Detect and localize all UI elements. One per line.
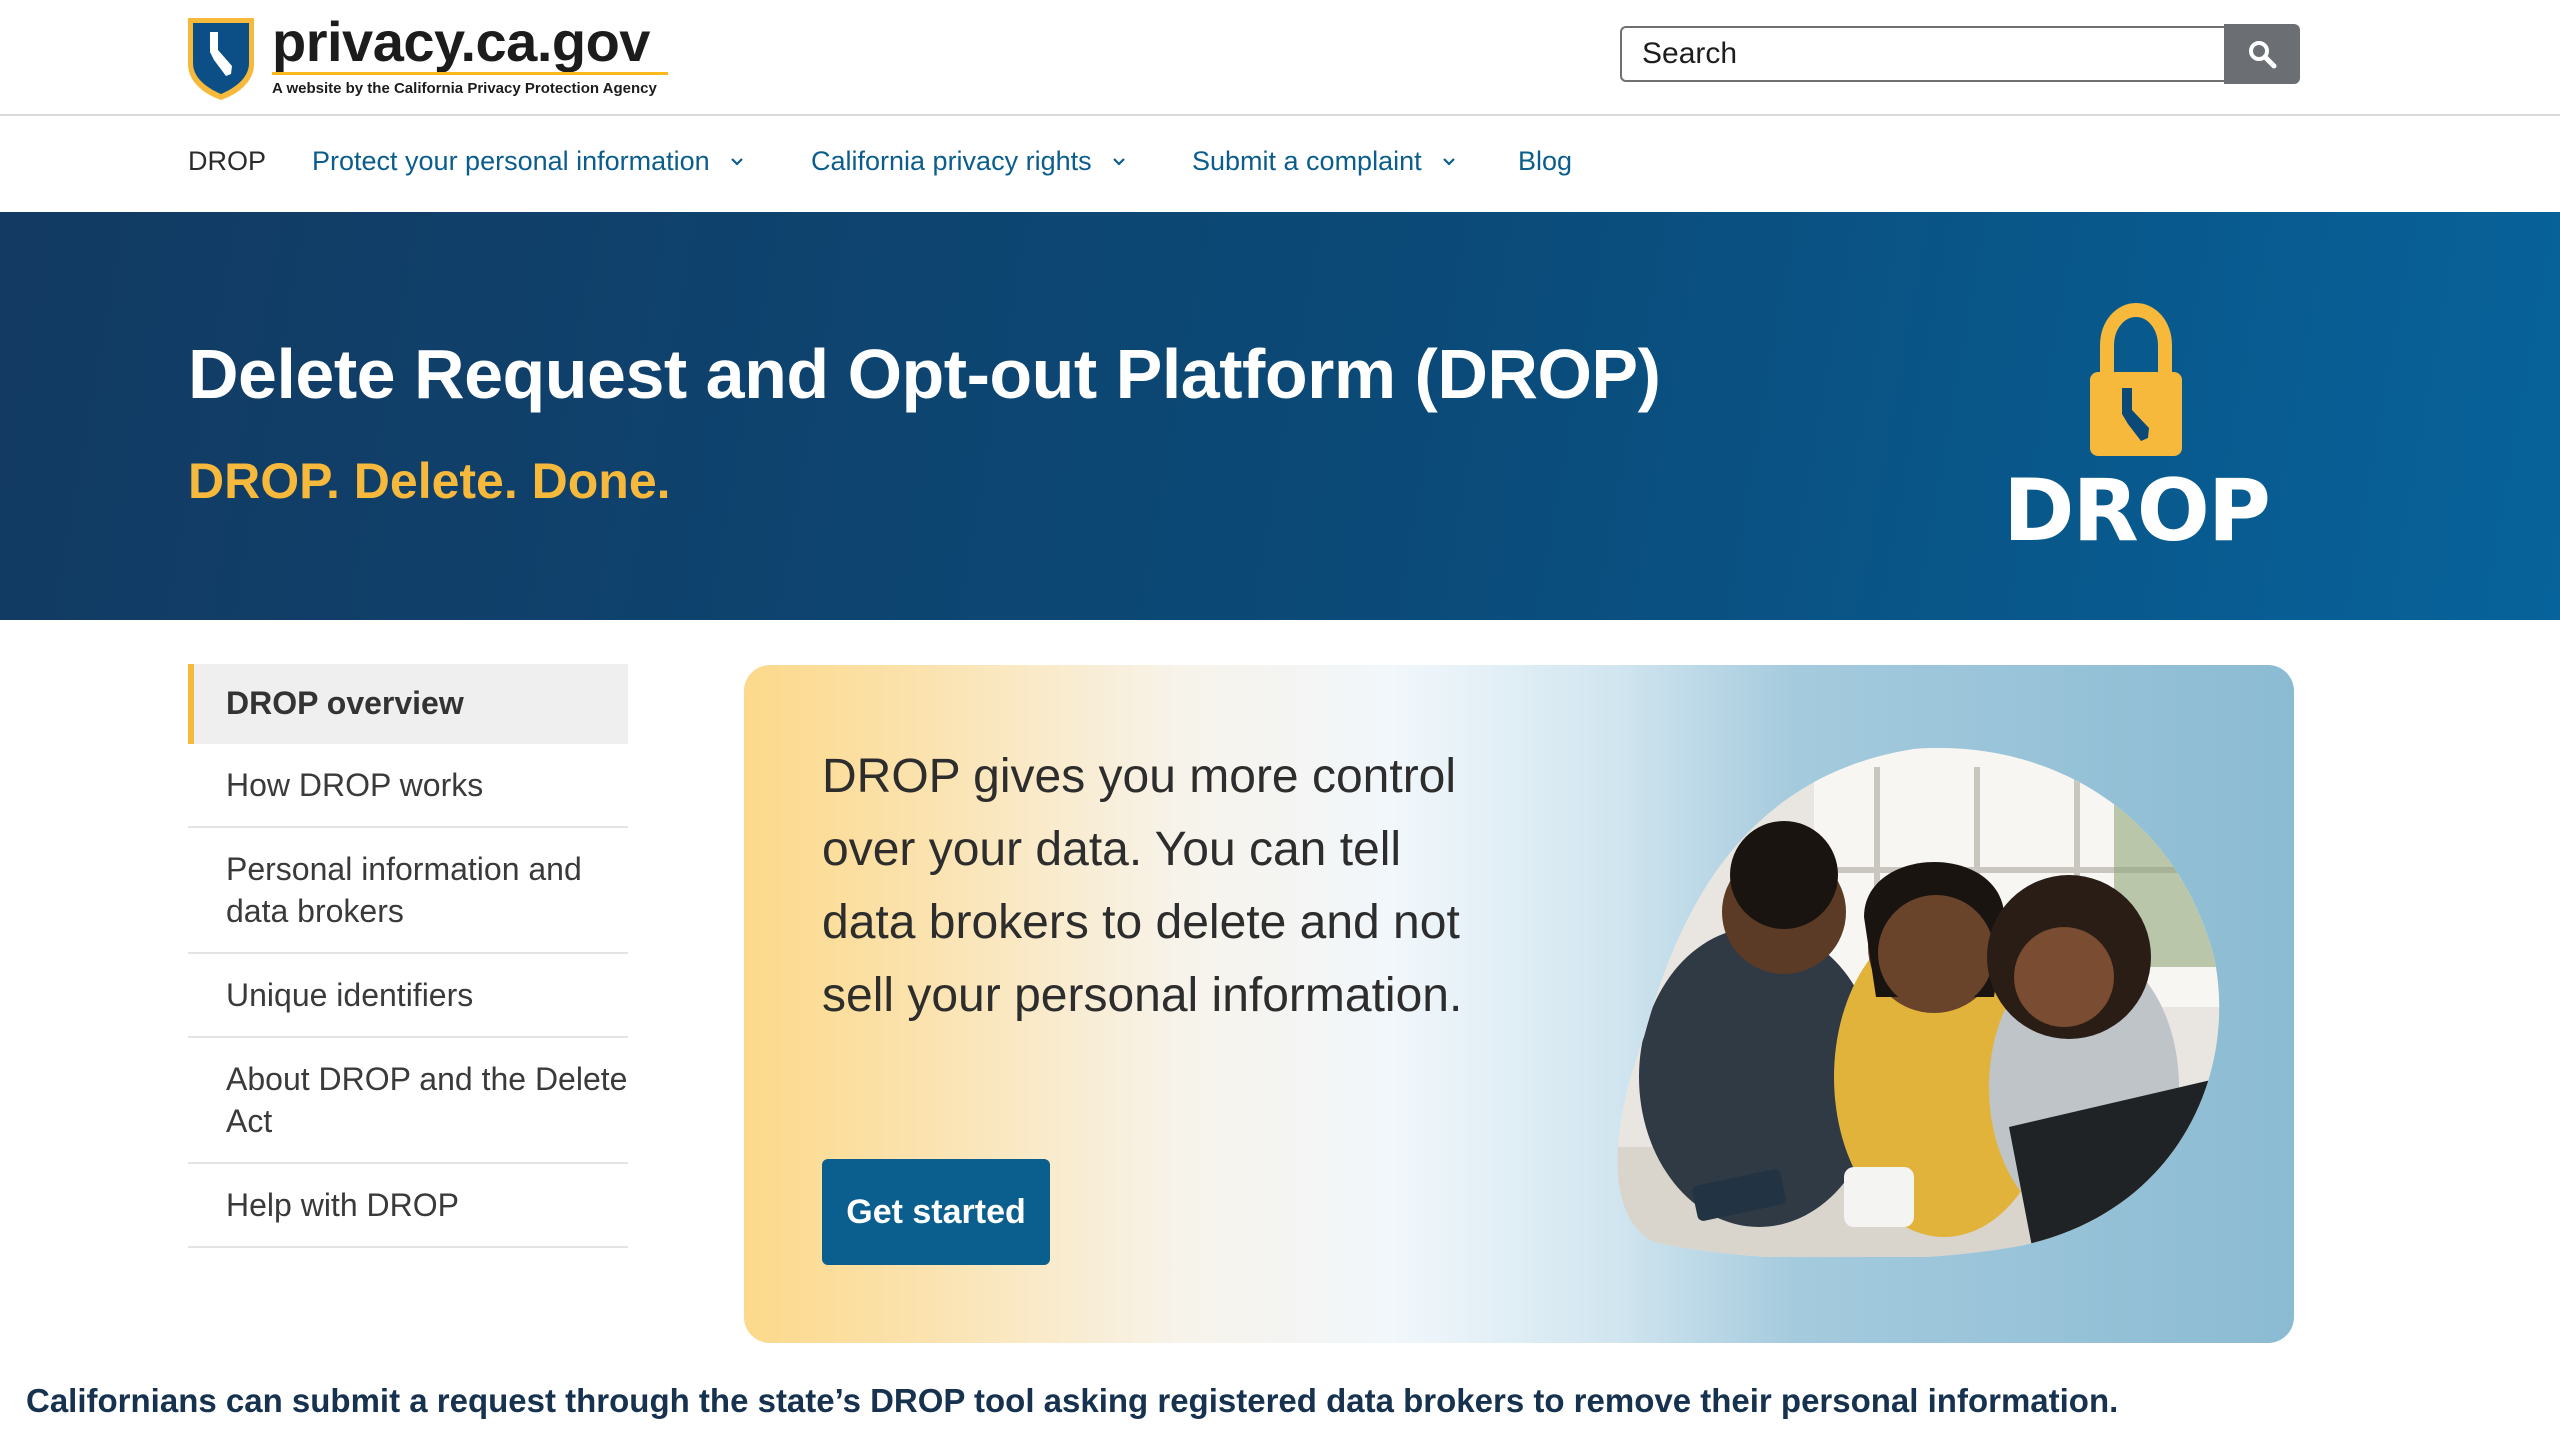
drop-logo: DROP	[1986, 288, 2286, 558]
search-input[interactable]	[1620, 26, 2224, 82]
nav-item-drop[interactable]: DROP	[188, 146, 266, 177]
logo-divider	[272, 72, 668, 75]
california-shield-icon	[188, 18, 254, 100]
hero-tagline: DROP. Delete. Done.	[188, 453, 671, 509]
nav-item-label: Blog	[1518, 146, 1573, 176]
sidebar-item-drop-overview[interactable]: DROP overview	[188, 664, 628, 744]
page-title: Delete Request and Opt-out Platform (DRO…	[188, 335, 1661, 413]
drop-wordmark: DROP	[2003, 468, 2271, 558]
sidebar-item-label: How DROP works	[226, 767, 484, 803]
nav-item-submit-complaint[interactable]: Submit a complaint	[1192, 146, 1456, 177]
nav-item-blog[interactable]: Blog	[1518, 146, 1572, 177]
image-caption: Californians can submit a request throug…	[26, 1382, 2119, 1419]
hero-banner: Delete Request and Opt-out Platform (DRO…	[0, 212, 2560, 620]
site-header: privacy.ca.gov A website by the Californ…	[0, 0, 2560, 116]
nav-item-privacy-rights[interactable]: California privacy rights	[811, 146, 1126, 177]
site-subtitle: A website by the California Privacy Prot…	[272, 80, 657, 97]
chevron-down-icon	[1112, 157, 1125, 166]
search-button[interactable]	[2224, 24, 2300, 84]
nav-item-label: DROP	[188, 146, 267, 176]
nav-item-label: Protect your personal information	[312, 146, 710, 176]
section-side-nav: DROP overview How DROP works Personal in…	[188, 664, 628, 1248]
nav-item-label: California privacy rights	[811, 146, 1092, 176]
drop-logo-text: DROP	[2003, 468, 2269, 558]
sidebar-item-label: Unique identifiers	[226, 977, 474, 1013]
search-form	[1620, 24, 2300, 86]
chevron-down-icon	[730, 157, 743, 166]
sidebar-item-personal-info-data-brokers[interactable]: Personal information and data brokers	[188, 828, 628, 954]
feature-body-text: DROP gives you more control over your da…	[822, 750, 1463, 1022]
sidebar-item-label: About DROP and the Delete Act	[226, 1061, 628, 1139]
search-icon	[2249, 41, 2277, 69]
main-nav: DROP Protect your personal information C…	[0, 116, 2560, 212]
sidebar-item-help-with-drop[interactable]: Help with DROP	[188, 1164, 628, 1248]
feature-card: DROP gives you more control over your da…	[744, 665, 2294, 1343]
sidebar-item-about-drop-delete-act[interactable]: About DROP and the Delete Act	[188, 1038, 628, 1164]
padlock-california-icon	[2090, 302, 2182, 456]
nav-item-label: Submit a complaint	[1192, 146, 1422, 176]
sidebar-item-label: Personal information and data brokers	[226, 851, 582, 929]
site-logo[interactable]: privacy.ca.gov A website by the Californ…	[184, 10, 684, 102]
sidebar-item-label: Help with DROP	[226, 1187, 459, 1223]
family-photo	[1617, 748, 2220, 1257]
sidebar-item-unique-identifiers[interactable]: Unique identifiers	[188, 954, 628, 1038]
sidebar-item-how-drop-works[interactable]: How DROP works	[188, 744, 628, 828]
chevron-down-icon	[1442, 157, 1455, 166]
get-started-button[interactable]: Get started	[822, 1159, 1050, 1265]
sidebar-item-label: DROP overview	[226, 685, 464, 721]
nav-item-protect-info[interactable]: Protect your personal information	[312, 146, 744, 177]
site-title: privacy.ca.gov	[272, 10, 650, 73]
